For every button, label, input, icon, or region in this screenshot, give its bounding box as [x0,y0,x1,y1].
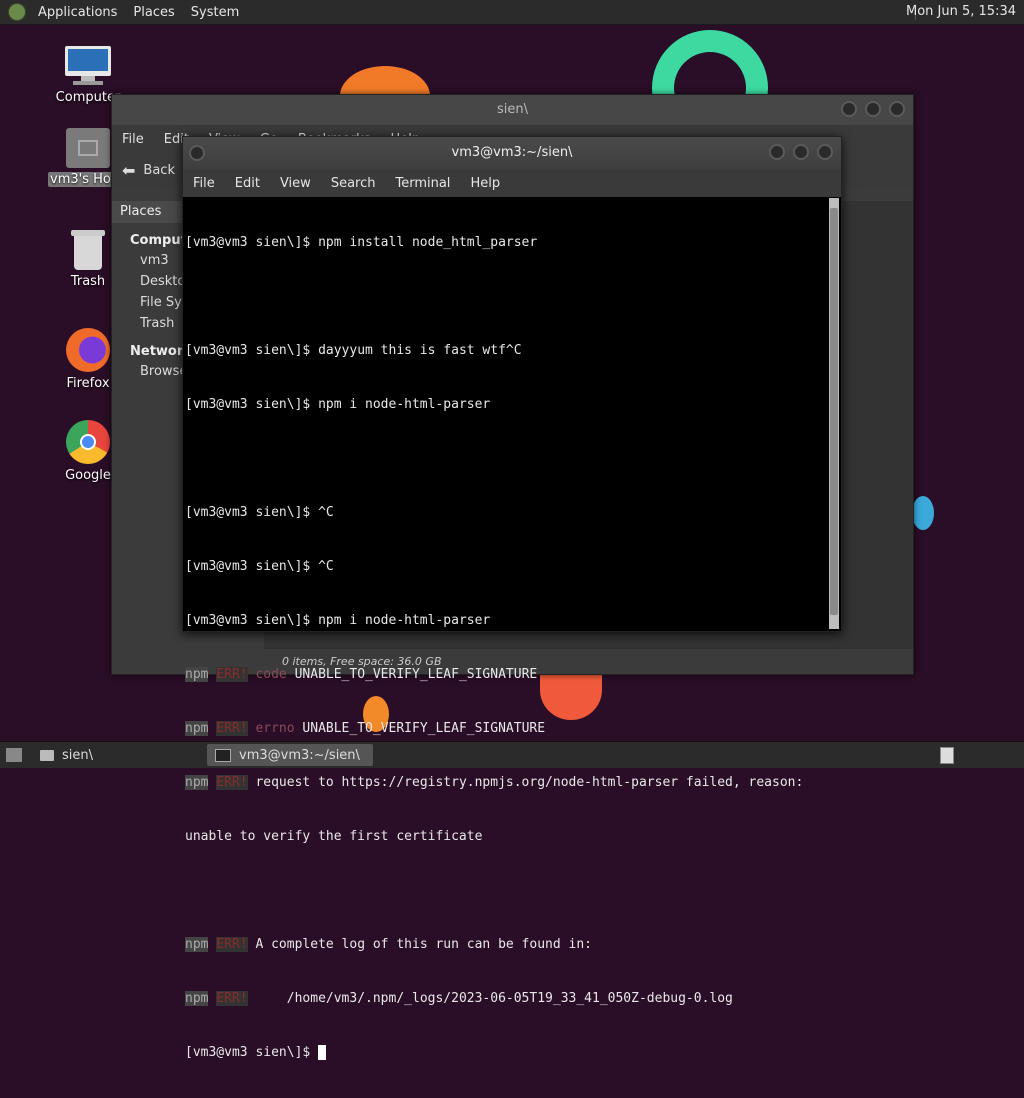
maximize-button[interactable] [865,101,881,117]
terminal-title: vm3@vm3:~/sien\ [451,145,573,160]
folder-icon [40,749,54,761]
close-button[interactable] [889,101,905,117]
task-label: sien\ [62,747,94,763]
scrollbar-thumb[interactable] [830,208,838,615]
trash-applet-icon[interactable] [940,747,954,764]
terminal-window: vm3@vm3:~/sien\ File Edit View Search Te… [182,136,842,1060]
clock[interactable]: Mon Jun 5, 15:34 [906,4,1016,19]
terminal-screen[interactable]: [vm3@vm3 sien\]$ npm install node_html_p… [185,198,827,1060]
text-cursor [318,1045,327,1060]
task-terminal[interactable]: vm3@vm3:~/sien\ [207,744,374,766]
minimize-button[interactable] [769,144,785,160]
terminal-prompt-line: [vm3@vm3 sien\]$ [185,1044,827,1062]
terminal-line: [vm3@vm3 sien\]$ dayyyum this is fast wt… [185,343,522,358]
terminal-line: [vm3@vm3 sien\]$ ^C [185,505,334,520]
trash-icon [71,230,105,270]
back-arrow-icon[interactable]: ⬅ [122,161,135,180]
terminal-line: [vm3@vm3 sien\]$ npm i node-html-parser [185,613,491,628]
window-menu-button[interactable] [189,145,205,161]
terminal-error-line: npm ERR! code UNABLE_TO_VERIFY_LEAF_SIGN… [185,667,538,682]
terminal-error-line: npm ERR! request to https://registry.npm… [185,775,804,790]
wallpaper-shape [912,496,934,530]
terminal-line: [vm3@vm3 sien\]$ ^C [185,559,334,574]
menu-help[interactable]: Help [460,176,510,191]
menu-search[interactable]: Search [321,176,386,191]
terminal-error-line: npm ERR! errno UNABLE_TO_VERIFY_LEAF_SIG… [185,721,546,736]
menu-file[interactable]: File [112,132,154,147]
show-desktop-icon[interactable] [6,748,22,762]
top-panel: Applications Places System Mon Jun 5, 15… [0,0,1024,25]
minimize-button[interactable] [841,101,857,117]
terminal-menubar: File Edit View Search Terminal Help [183,169,841,197]
close-button[interactable] [817,144,833,160]
window-buttons [841,101,905,117]
menu-terminal[interactable]: Terminal [385,176,460,191]
menu-system[interactable]: System [183,5,247,20]
distro-logo-icon[interactable] [8,3,26,21]
menu-applications[interactable]: Applications [30,5,125,20]
terminal-line: [vm3@vm3 sien\]$ npm i node-html-parser [185,397,491,412]
back-button[interactable]: Back [143,163,175,178]
terminal-error-line: npm ERR! A complete log of this run can … [185,937,592,952]
menu-file[interactable]: File [183,176,225,191]
chrome-icon [66,420,110,464]
menu-edit[interactable]: Edit [225,176,270,191]
window-buttons [769,144,833,160]
computer-icon [65,46,111,86]
firefox-icon [66,328,110,372]
terminal-error-line: npm ERR! /home/vm3/.npm/_logs/2023-06-05… [185,991,733,1006]
terminal-icon [215,748,232,762]
menu-places[interactable]: Places [125,5,182,20]
terminal-titlebar: vm3@vm3:~/sien\ [183,137,841,169]
file-manager-title: sien\ [112,95,913,125]
bottom-taskbar: sien\ vm3@vm3:~/sien\ [0,741,1024,768]
terminal-scrollbar[interactable] [829,198,839,629]
task-file-manager[interactable]: sien\ [32,744,101,766]
menu-view[interactable]: View [270,176,321,191]
home-folder-icon [66,128,110,168]
task-label: vm3@vm3:~/sien\ [239,747,360,763]
maximize-button[interactable] [793,144,809,160]
terminal-line: [vm3@vm3 sien\]$ npm install node_html_p… [185,235,538,250]
terminal-line: unable to verify the first certificate [185,829,483,844]
